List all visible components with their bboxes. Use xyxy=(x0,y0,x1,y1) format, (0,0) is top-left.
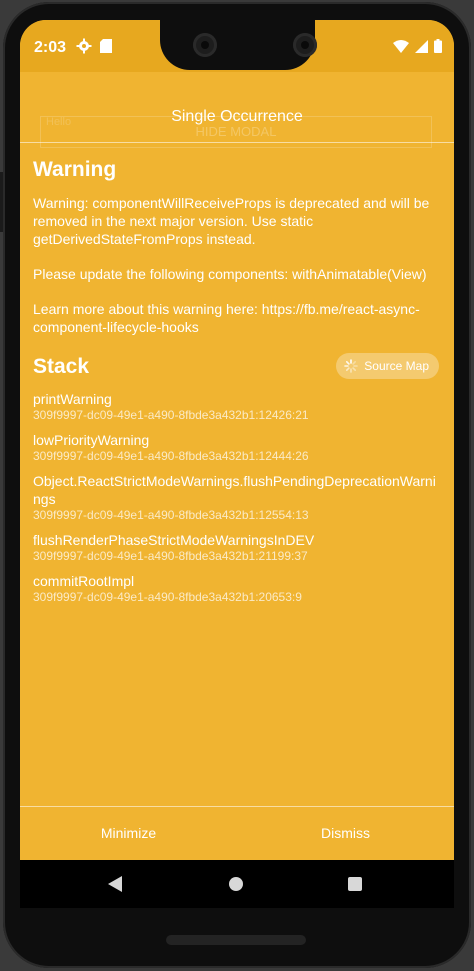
stack-frame[interactable]: Object.ReactStrictModeWarnings.flushPend… xyxy=(33,472,443,523)
modal-footer: Minimize Dismiss xyxy=(20,807,454,859)
back-icon[interactable] xyxy=(108,876,122,892)
gear-icon xyxy=(76,38,92,54)
frame-method: printWarning xyxy=(33,391,112,407)
warning-heading: Warning xyxy=(33,158,117,181)
stack-frame[interactable]: flushRenderPhaseStrictModeWarningsInDEV … xyxy=(33,531,443,564)
frame-location: 309f9997-dc09-49e1-a490-8fbde3a432b1:124… xyxy=(33,449,309,463)
dismiss-button[interactable]: Dismiss xyxy=(237,807,454,859)
stack-frames: printWarning 309f9997-dc09-49e1-a490-8fb… xyxy=(33,390,443,605)
warning-paragraph: Warning: componentWillReceiveProps is de… xyxy=(33,195,430,247)
recents-icon[interactable] xyxy=(348,877,362,891)
warning-paragraph: Please update the following components: … xyxy=(33,266,427,282)
stack-header: Stack Source Map xyxy=(33,353,443,383)
log-content: Warning Warning: componentWillReceivePro… xyxy=(33,158,443,613)
sd-card-icon xyxy=(100,39,112,53)
home-icon[interactable] xyxy=(229,877,243,891)
front-camera-icon xyxy=(293,33,317,57)
frame-method: lowPriorityWarning xyxy=(33,432,150,448)
frame-method: flushRenderPhaseStrictModeWarningsInDEV xyxy=(33,532,315,548)
frame-location: 309f9997-dc09-49e1-a490-8fbde3a432b1:211… xyxy=(33,549,308,563)
source-map-label: Source Map xyxy=(364,359,429,373)
header-divider xyxy=(20,142,454,143)
minimize-button[interactable]: Minimize xyxy=(20,807,237,859)
frame-location: 309f9997-dc09-49e1-a490-8fbde3a432b1:125… xyxy=(33,508,309,522)
stack-frame[interactable]: lowPriorityWarning 309f9997-dc09-49e1-a4… xyxy=(33,431,443,464)
battery-icon xyxy=(434,39,442,53)
frame-location: 309f9997-dc09-49e1-a490-8fbde3a432b1:124… xyxy=(33,408,309,422)
stack-frame[interactable]: commitRootImpl 309f9997-dc09-49e1-a490-8… xyxy=(33,572,443,605)
android-nav-bar xyxy=(20,860,454,908)
warning-paragraph: Learn more about this warning here: http… xyxy=(33,301,420,335)
loading-spinner-icon xyxy=(344,359,359,373)
source-map-button[interactable]: Source Map xyxy=(336,353,439,379)
speaker-grille xyxy=(166,935,306,945)
frame-method: Object.ReactStrictModeWarnings.flushPend… xyxy=(33,473,436,507)
screen: 2:03 Hello HIDE MODAL Single Occurrence … xyxy=(20,20,454,908)
frame-location: 309f9997-dc09-49e1-a490-8fbde3a432b1:206… xyxy=(33,590,302,604)
wifi-icon xyxy=(393,39,409,53)
front-camera-icon xyxy=(193,33,217,57)
camera-notch xyxy=(160,20,317,70)
signal-icon xyxy=(415,39,428,53)
status-icons xyxy=(393,39,442,53)
stack-frame[interactable]: printWarning 309f9997-dc09-49e1-a490-8fb… xyxy=(33,390,443,423)
warning-message: Warning: componentWillReceiveProps is de… xyxy=(33,194,443,336)
modal-title: Single Occurrence xyxy=(171,108,303,125)
frame-method: commitRootImpl xyxy=(33,573,135,589)
status-time: 2:03 xyxy=(34,39,67,56)
stack-heading: Stack xyxy=(33,355,90,378)
